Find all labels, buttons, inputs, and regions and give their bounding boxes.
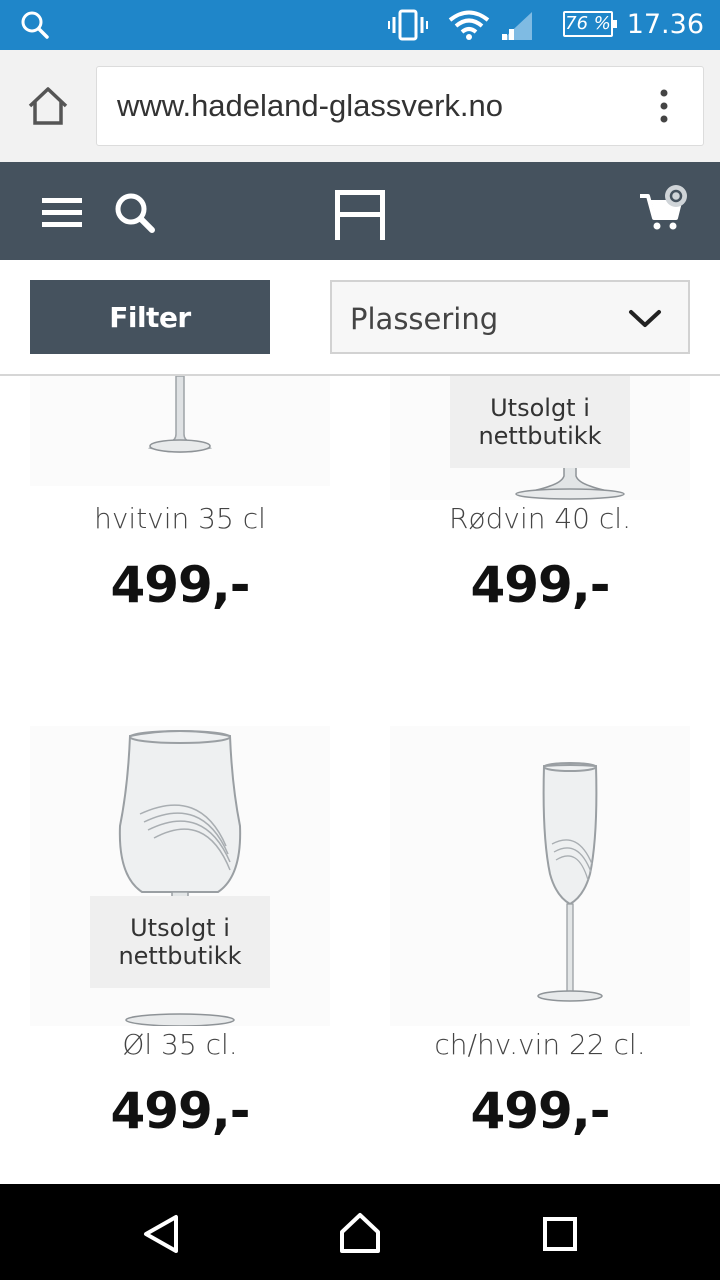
home-icon[interactable] xyxy=(338,1212,382,1254)
hamburger-menu-icon[interactable] xyxy=(42,196,82,228)
product-price: 499,- xyxy=(470,1082,610,1140)
product-name[interactable]: Øl 35 cl. xyxy=(0,1028,360,1061)
clock: 17.36 xyxy=(626,9,704,40)
product-card[interactable]: Utsolgt i nettbutikk Øl 35 cl. 499,- xyxy=(0,726,360,1156)
product-card[interactable]: Utsolgt i nettbutikk Rødvin 40 cl. 499,- xyxy=(360,376,720,646)
browser-toolbar: www.hadeland-glassverk.no xyxy=(0,50,720,162)
address-bar[interactable]: www.hadeland-glassverk.no xyxy=(96,66,704,146)
product-card[interactable]: hvitvin 35 cl 499,- xyxy=(0,376,360,646)
logo-icon[interactable] xyxy=(332,188,388,242)
signal-icon xyxy=(502,12,532,40)
product-price: 499,- xyxy=(110,1082,250,1140)
battery-indicator: 76 % xyxy=(563,11,617,37)
product-image[interactable] xyxy=(30,376,330,486)
product-name[interactable]: Rødvin 40 cl. xyxy=(360,502,720,535)
filter-sort-bar: Filter Plassering xyxy=(0,260,720,376)
filter-button[interactable]: Filter xyxy=(30,280,270,354)
cart-icon[interactable] xyxy=(638,182,692,234)
product-price: 499,- xyxy=(470,556,610,614)
back-icon[interactable] xyxy=(140,1214,180,1254)
product-card[interactable]: ch/hv.vin 22 cl. 499,- xyxy=(360,726,720,1156)
chevron-down-icon xyxy=(629,310,661,327)
sort-selected-value: Plassering xyxy=(350,302,499,336)
overflow-menu-icon[interactable] xyxy=(654,88,674,128)
home-icon[interactable] xyxy=(26,84,70,128)
sort-select[interactable]: Plassering xyxy=(330,280,690,354)
wifi-icon xyxy=(448,10,490,40)
sold-out-badge: Utsolgt i nettbutikk xyxy=(450,376,630,468)
status-bar: 76 % 17.36 xyxy=(0,0,720,50)
site-header xyxy=(0,162,720,260)
search-icon[interactable] xyxy=(114,192,156,234)
system-navigation-bar xyxy=(0,1184,720,1280)
product-grid: hvitvin 35 cl 499,- Utsolgt i nettbutikk… xyxy=(0,376,720,1184)
product-price: 499,- xyxy=(110,556,250,614)
vibrate-icon xyxy=(388,9,428,41)
search-icon xyxy=(21,11,49,39)
recent-apps-icon[interactable] xyxy=(542,1216,578,1252)
product-name[interactable]: ch/hv.vin 22 cl. xyxy=(360,1028,720,1061)
product-image[interactable] xyxy=(390,726,690,1026)
sold-out-badge: Utsolgt i nettbutikk xyxy=(90,896,270,988)
product-name[interactable]: hvitvin 35 cl xyxy=(0,502,360,535)
